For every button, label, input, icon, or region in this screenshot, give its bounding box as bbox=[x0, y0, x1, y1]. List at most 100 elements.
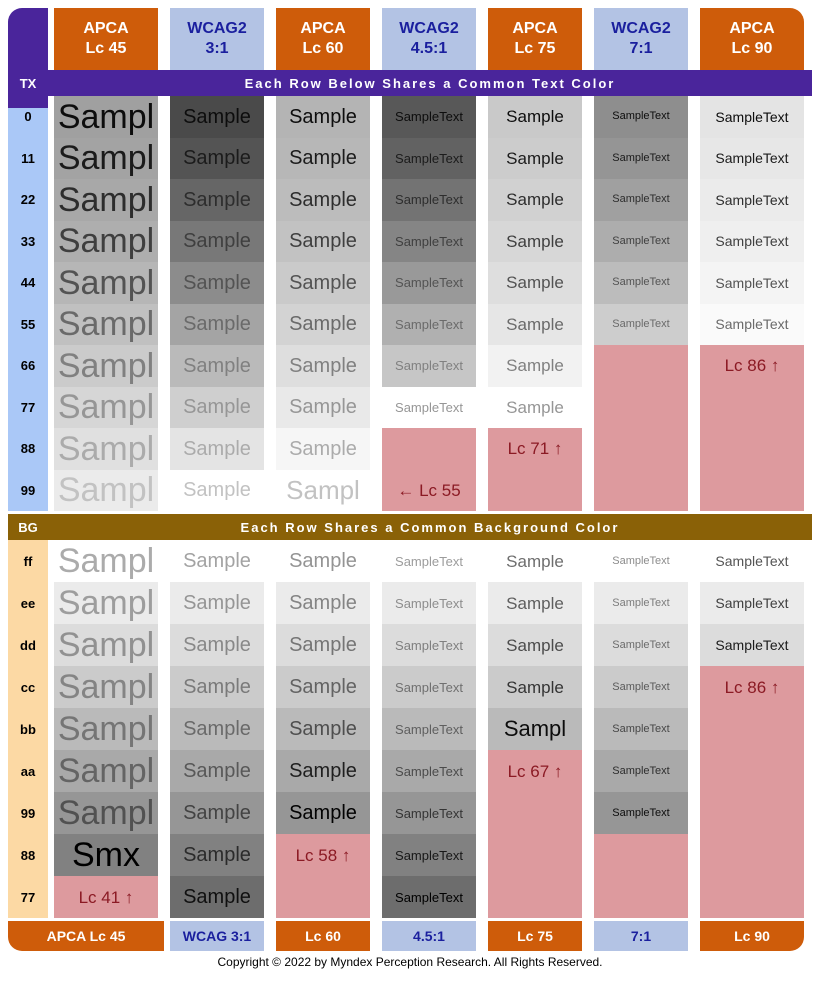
sample-cell[interactable]: SampleText bbox=[588, 220, 694, 262]
sample-cell[interactable]: Sample bbox=[164, 666, 270, 708]
sample-cell[interactable]: Sample bbox=[164, 708, 270, 750]
sample-cell[interactable]: Sample bbox=[482, 137, 588, 179]
sample-cell[interactable] bbox=[694, 834, 810, 876]
sample-cell[interactable]: SampleText bbox=[588, 624, 694, 666]
sample-cell[interactable]: SampleText bbox=[588, 708, 694, 750]
sample-cell[interactable] bbox=[694, 428, 810, 470]
sample-cell[interactable]: SampleText bbox=[376, 792, 482, 834]
sample-cell[interactable]: Sample bbox=[164, 428, 270, 470]
sample-cell[interactable]: Sample bbox=[270, 428, 376, 470]
sample-cell[interactable]: SampleText bbox=[588, 137, 694, 179]
sample-cell[interactable] bbox=[376, 428, 482, 470]
sample-cell[interactable] bbox=[694, 386, 810, 428]
sample-cell[interactable]: Sample bbox=[164, 469, 270, 511]
sample-cell[interactable]: Lc 71 ↑ bbox=[482, 428, 588, 470]
sample-cell[interactable] bbox=[694, 750, 810, 792]
sample-cell[interactable]: Sample bbox=[270, 582, 376, 624]
sample-cell[interactable] bbox=[482, 469, 588, 511]
sample-cell[interactable]: Sampl bbox=[48, 428, 164, 470]
sample-cell[interactable]: Sample bbox=[482, 220, 588, 262]
sample-cell[interactable]: Sample bbox=[164, 179, 270, 221]
sample-cell[interactable]: Sample bbox=[164, 262, 270, 304]
sample-cell[interactable]: Sample bbox=[164, 624, 270, 666]
header-chip-2[interactable]: WCAG2 3:1 bbox=[164, 8, 270, 70]
sample-cell[interactable]: Sampl bbox=[48, 792, 164, 834]
sample-cell[interactable]: SampleText bbox=[376, 582, 482, 624]
sample-cell[interactable]: Lc 58 ↑ bbox=[270, 834, 376, 876]
sample-cell[interactable] bbox=[694, 708, 810, 750]
sample-cell[interactable]: SampleText bbox=[376, 179, 482, 221]
sample-cell[interactable]: Sample bbox=[270, 708, 376, 750]
sample-cell[interactable]: Sampl bbox=[48, 540, 164, 582]
sample-cell[interactable]: Lc 86 ↑ bbox=[694, 345, 810, 387]
sample-cell[interactable]: Sampl bbox=[48, 137, 164, 179]
sample-cell[interactable]: Sample bbox=[270, 666, 376, 708]
sample-cell[interactable]: Sample bbox=[164, 582, 270, 624]
sample-cell[interactable]: SampleText bbox=[694, 262, 810, 304]
footer-chip-7[interactable]: Lc 90 bbox=[694, 921, 810, 951]
sample-cell[interactable]: Sample bbox=[270, 303, 376, 345]
sample-cell[interactable]: Lc 67 ↑ bbox=[482, 750, 588, 792]
sample-cell[interactable]: SampleText bbox=[694, 137, 810, 179]
sample-cell[interactable]: SampleText bbox=[376, 540, 482, 582]
footer-chip-3[interactable]: Lc 60 bbox=[270, 921, 376, 951]
sample-cell[interactable]: SampleText bbox=[694, 624, 810, 666]
sample-cell[interactable]: Sample bbox=[270, 345, 376, 387]
sample-cell[interactable] bbox=[588, 428, 694, 470]
sample-cell[interactable]: SampleText bbox=[694, 540, 810, 582]
sample-cell[interactable]: SampleText bbox=[588, 792, 694, 834]
sample-cell[interactable]: SampleText bbox=[376, 303, 482, 345]
sample-cell[interactable]: SampleText bbox=[376, 624, 482, 666]
sample-cell[interactable]: Sample bbox=[270, 262, 376, 304]
sample-cell[interactable]: Sampl bbox=[48, 96, 164, 138]
sample-cell[interactable]: Sampl bbox=[48, 386, 164, 428]
sample-cell[interactable]: Sample bbox=[482, 303, 588, 345]
sample-cell[interactable]: SampleText bbox=[588, 750, 694, 792]
sample-cell[interactable]: ← Lc 55 bbox=[376, 469, 482, 511]
sample-cell[interactable]: SampleText bbox=[694, 179, 810, 221]
sample-cell[interactable] bbox=[588, 834, 694, 876]
sample-cell[interactable]: Sample bbox=[164, 303, 270, 345]
sample-cell[interactable] bbox=[588, 469, 694, 511]
sample-cell[interactable]: SampleText bbox=[376, 220, 482, 262]
sample-cell[interactable]: SampleText bbox=[694, 303, 810, 345]
sample-cell[interactable] bbox=[482, 876, 588, 918]
sample-cell[interactable] bbox=[588, 345, 694, 387]
header-chip-4[interactable]: WCAG2 4.5:1 bbox=[376, 8, 482, 70]
sample-cell[interactable]: SampleText bbox=[376, 876, 482, 918]
sample-cell[interactable]: SampleText bbox=[694, 220, 810, 262]
sample-cell[interactable]: Lc 86 ↑ bbox=[694, 666, 810, 708]
sample-cell[interactable]: SampleText bbox=[376, 137, 482, 179]
sample-cell[interactable]: Sample bbox=[164, 386, 270, 428]
sample-cell[interactable]: SampleText bbox=[588, 582, 694, 624]
sample-cell[interactable]: SampleText bbox=[694, 96, 810, 138]
sample-cell[interactable]: Sample bbox=[482, 386, 588, 428]
sample-cell[interactable]: SampleText bbox=[376, 666, 482, 708]
sample-cell[interactable]: Sampl bbox=[48, 708, 164, 750]
footer-chip-5[interactable]: Lc 75 bbox=[482, 921, 588, 951]
sample-cell[interactable]: Sample bbox=[164, 345, 270, 387]
sample-cell[interactable]: Sample bbox=[164, 220, 270, 262]
footer-chip-4[interactable]: 4.5:1 bbox=[376, 921, 482, 951]
sample-cell[interactable] bbox=[482, 834, 588, 876]
sample-cell[interactable]: Sample bbox=[164, 792, 270, 834]
sample-cell[interactable] bbox=[694, 876, 810, 918]
sample-cell[interactable]: Sample bbox=[270, 750, 376, 792]
sample-cell[interactable]: Sample bbox=[164, 137, 270, 179]
sample-cell[interactable]: Sampl bbox=[48, 179, 164, 221]
sample-cell[interactable] bbox=[482, 792, 588, 834]
sample-cell[interactable]: SampleText bbox=[376, 834, 482, 876]
sample-cell[interactable]: Sample bbox=[270, 540, 376, 582]
sample-cell[interactable]: Sample bbox=[482, 96, 588, 138]
header-chip-5[interactable]: APCA Lc 75 bbox=[482, 8, 588, 70]
sample-cell[interactable]: Sample bbox=[164, 876, 270, 918]
sample-cell[interactable] bbox=[270, 876, 376, 918]
footer-chip-2[interactable]: WCAG 3:1 bbox=[164, 921, 270, 951]
sample-cell[interactable]: SampleText bbox=[588, 666, 694, 708]
sample-cell[interactable]: Sampl bbox=[270, 469, 376, 511]
sample-cell[interactable]: Sampl bbox=[48, 303, 164, 345]
sample-cell[interactable]: SampleText bbox=[588, 262, 694, 304]
sample-cell[interactable]: Smx bbox=[48, 834, 164, 876]
sample-cell[interactable]: SampleText bbox=[376, 386, 482, 428]
sample-cell[interactable]: SampleText bbox=[588, 540, 694, 582]
